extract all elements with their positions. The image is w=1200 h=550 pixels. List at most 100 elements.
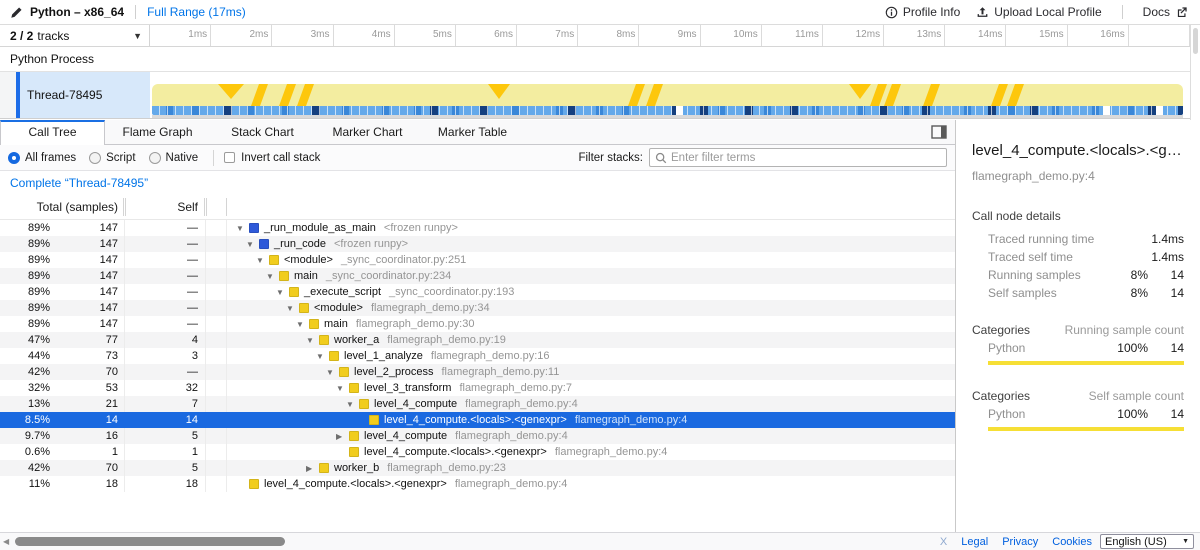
firefox-profiler-app: Python – x86_64 Full Range (17ms) Profil… (0, 0, 1200, 550)
detail-percent (1104, 233, 1148, 245)
total-samples: 77 (56, 332, 118, 348)
python-frame-icon (329, 351, 339, 361)
profile-info-button[interactable]: Profile Info (885, 5, 960, 19)
function-name: level_4_compute.<locals>.<genexpr> (264, 478, 447, 490)
call-tree-row[interactable]: 89%147—▼main_sync_coordinator.py:234 (0, 268, 955, 284)
source-location: flamegraph_demo.py:4 (575, 414, 688, 426)
timeline-ruler-row: 2 / 2 tracks ▼ 1ms2ms3ms4ms5ms6ms7ms8ms9… (0, 25, 1200, 47)
python-frame-icon (369, 415, 379, 425)
filter-stacks-label: Filter stacks: (578, 152, 643, 164)
twisty-open-icon[interactable]: ▼ (286, 304, 299, 313)
filter-stacks-searchbox[interactable] (649, 148, 947, 167)
call-tree-row[interactable]: 47%774▼worker_aflamegraph_demo.py:19 (0, 332, 955, 348)
vertical-scrollbar[interactable] (1190, 25, 1200, 120)
call-tree-row[interactable]: 42%705▶worker_bflamegraph_demo.py:23 (0, 460, 955, 476)
tab-marker-table[interactable]: Marker Table (420, 120, 525, 144)
profile-name[interactable]: Python – x86_64 (30, 5, 124, 19)
twisty-open-icon[interactable]: ▼ (326, 368, 339, 377)
twisty-open-icon[interactable]: ▼ (336, 384, 349, 393)
twisty-open-icon[interactable]: ▼ (236, 224, 249, 233)
tab-marker-chart[interactable]: Marker Chart (315, 120, 420, 144)
tracks-dropdown[interactable]: 2 / 2 tracks ▼ (0, 25, 150, 46)
call-tree-row[interactable]: 89%147—▼_execute_script_sync_coordinator… (0, 284, 955, 300)
footer-link-cookies[interactable]: Cookies (1052, 536, 1092, 548)
detail-percent: 8% (1104, 269, 1148, 281)
call-tree-row[interactable]: 89%147—▼mainflamegraph_demo.py:30 (0, 316, 955, 332)
call-tree-row[interactable]: 42%70—▼level_2_processflamegraph_demo.py… (0, 364, 955, 380)
function-name: worker_a (334, 334, 379, 346)
total-samples: 147 (56, 252, 118, 268)
sidebar: level_4_compute.<locals>.<genexpr> flame… (955, 120, 1200, 532)
total-percent: 32% (0, 380, 50, 396)
self-samples: 18 (130, 476, 198, 492)
call-tree-row[interactable]: 13%217▼level_4_computeflamegraph_demo.py… (0, 396, 955, 412)
upload-profile-button[interactable]: Upload Local Profile (976, 5, 1101, 19)
twisty-open-icon[interactable]: ▼ (276, 288, 289, 297)
column-total-samples[interactable]: Total (samples) (0, 195, 118, 220)
total-percent: 89% (0, 284, 50, 300)
vertical-scrollbar-thumb[interactable] (1193, 28, 1198, 54)
column-self[interactable]: Self (130, 195, 198, 220)
call-tree-row[interactable]: 89%147—▼_run_module_as_main<frozen runpy… (0, 220, 955, 236)
total-samples: 53 (56, 380, 118, 396)
source-location: flamegraph_demo.py:11 (442, 366, 560, 378)
track-thread-78495[interactable]: Thread-78495 (0, 72, 1190, 119)
radio-script[interactable]: Script (89, 152, 135, 164)
edit-pencil-icon[interactable] (10, 6, 23, 19)
twisty-closed-icon[interactable]: ▶ (336, 432, 349, 441)
twisty-open-icon[interactable]: ▼ (266, 272, 279, 281)
total-samples: 147 (56, 268, 118, 284)
horizontal-scrollbar-thumb[interactable] (15, 537, 285, 546)
call-tree-row[interactable]: 8.5%1414level_4_compute.<locals>.<genexp… (0, 412, 955, 428)
docs-button[interactable]: Docs (1143, 5, 1188, 19)
tracks-word: tracks (37, 29, 69, 43)
python-frame-icon (309, 319, 319, 329)
call-tree-row[interactable]: 32%5332▼level_3_transformflamegraph_demo… (0, 380, 955, 396)
footer-link-legal[interactable]: Legal (961, 536, 988, 548)
scroll-left-arrow[interactable]: ◀ (3, 538, 9, 546)
footer-link-x[interactable]: X (940, 536, 947, 548)
twisty-open-icon[interactable]: ▼ (346, 400, 359, 409)
sidebar-toggle-button[interactable] (931, 125, 947, 139)
language-select[interactable]: English (US) ▼ (1100, 534, 1194, 549)
call-tree-row[interactable]: 0.6%11level_4_compute.<locals>.<genexpr>… (0, 444, 955, 460)
twisty-open-icon[interactable]: ▼ (256, 256, 269, 265)
call-tree-row[interactable]: 11%1818level_4_compute.<locals>.<genexpr… (0, 476, 955, 492)
python-frame-icon (249, 479, 259, 489)
thread-label[interactable]: Thread-78495 (20, 72, 150, 118)
tab-stack-chart[interactable]: Stack Chart (210, 120, 315, 144)
radio-all-frames[interactable]: All frames (8, 152, 76, 164)
tab-call-tree[interactable]: Call Tree (0, 120, 105, 145)
activity-graph[interactable] (150, 72, 1190, 118)
total-samples: 147 (56, 220, 118, 236)
function-name: <module> (284, 254, 333, 266)
call-tree-row[interactable]: 44%733▼level_1_analyzeflamegraph_demo.py… (0, 348, 955, 364)
call-node-details: Traced running time1.4msTraced self time… (972, 233, 1184, 299)
footer-link-privacy[interactable]: Privacy (1002, 536, 1038, 548)
ruler-tick: 8ms (578, 25, 639, 46)
twisty-open-icon[interactable]: ▼ (316, 352, 329, 361)
invert-call-stack-checkbox[interactable]: Invert call stack (224, 152, 320, 164)
ruler-tick: 13ms (884, 25, 945, 46)
full-range-link[interactable]: Full Range (17ms) (147, 5, 246, 19)
call-tree-row[interactable]: 89%147—▼<module>_sync_coordinator.py:251 (0, 252, 955, 268)
ruler-tick: 14ms (945, 25, 1006, 46)
twisty-open-icon[interactable]: ▼ (246, 240, 259, 249)
radio-native[interactable]: Native (149, 152, 199, 164)
call-tree-row[interactable]: 9.7%165▶level_4_computeflamegraph_demo.p… (0, 428, 955, 444)
twisty-open-icon[interactable]: ▼ (296, 320, 309, 329)
radio-label: All frames (25, 152, 76, 164)
filter-stacks-input[interactable] (671, 152, 941, 164)
tab-flame-graph[interactable]: Flame Graph (105, 120, 210, 144)
category-name: Python (988, 408, 1104, 420)
function-name: worker_b (334, 462, 379, 474)
track-python-process[interactable]: Python Process (0, 47, 1190, 72)
twisty-closed-icon[interactable]: ▶ (306, 464, 319, 473)
call-tree-row[interactable]: 89%147—▼<module>flamegraph_demo.py:34 (0, 300, 955, 316)
breadcrumb[interactable]: Complete “Thread-78495” (10, 176, 148, 190)
call-tree-row[interactable]: 89%147—▼_run_code<frozen runpy> (0, 236, 955, 252)
ruler-tick: 10ms (701, 25, 762, 46)
upload-icon (976, 6, 989, 19)
twisty-open-icon[interactable]: ▼ (306, 336, 319, 345)
category-value: 14 (1148, 408, 1184, 420)
